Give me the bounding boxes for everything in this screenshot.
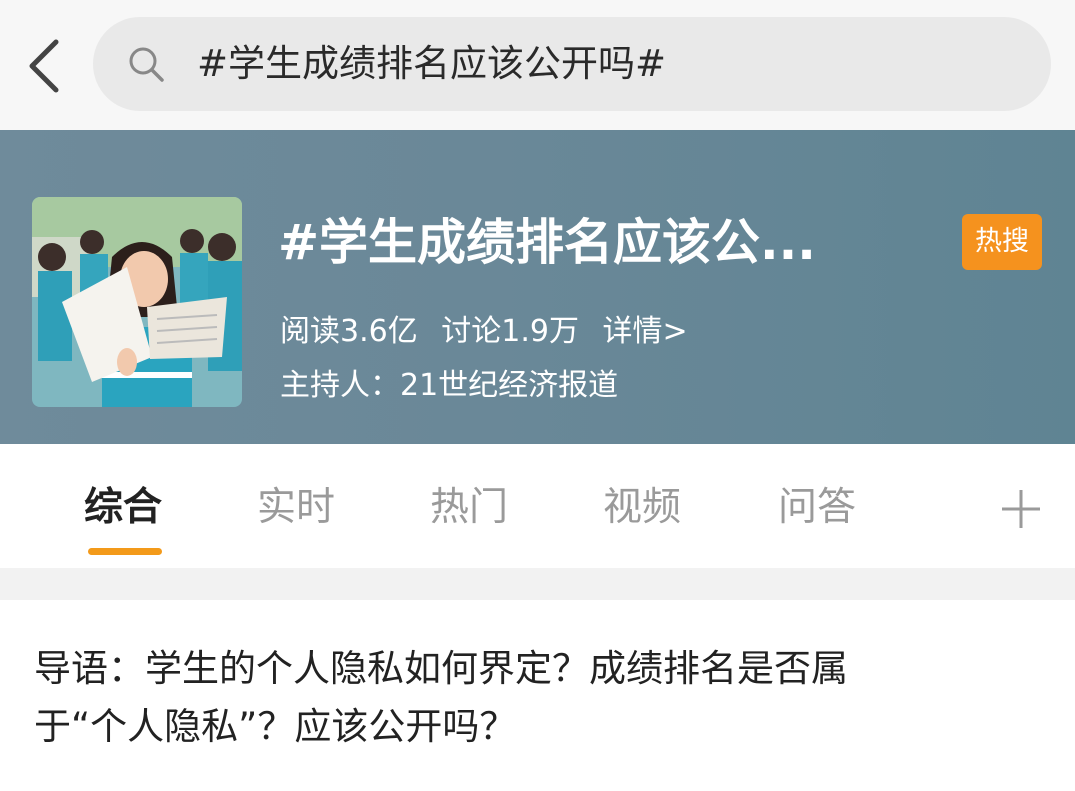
tab-bar: 综合 实时 热门 视频 问答 [0,444,1075,568]
topic-intro: 导语：学生的个人隐私如何界定？成绩排名是否属 于“个人隐私”？应该公开吗？ [34,640,1044,756]
chevron-left-icon [29,39,59,93]
topic-host: 主持人：21世纪经济报道 [280,368,619,403]
search-input[interactable]: #学生成绩排名应该公开吗# [197,37,666,91]
back-button[interactable] [22,36,66,96]
read-count: 阅读3.6亿 [280,314,418,349]
tab-comprehensive[interactable]: 综合 [84,480,162,536]
top-bar: #学生成绩排名应该公开吗# [0,0,1075,130]
discussion-count: 讨论1.9万 [441,314,579,349]
intro-line: 导语：学生的个人隐私如何界定？成绩排名是否属 [34,647,848,690]
tab-realtime[interactable]: 实时 [257,480,335,536]
intro-line: 于“个人隐私”？应该公开吗？ [34,705,517,748]
tab-qa[interactable]: 问答 [778,480,856,536]
details-link[interactable]: 详情> [603,314,688,349]
plus-icon[interactable] [998,486,1044,532]
topic-image[interactable] [32,197,242,407]
hot-search-badge: 热搜 [962,214,1042,270]
tab-popular[interactable]: 热门 [430,480,508,536]
topic-banner: #学生成绩排名应该公... 热搜 阅读3.6亿 讨论1.9万 详情> 主持人：2… [0,130,1075,444]
tab-video[interactable]: 视频 [603,480,681,536]
section-divider [0,568,1075,600]
topic-title: #学生成绩排名应该公... [278,214,816,271]
search-icon [129,47,164,82]
active-tab-indicator [88,548,162,555]
search-box[interactable]: #学生成绩排名应该公开吗# [93,17,1051,111]
topic-stats: 阅读3.6亿 讨论1.9万 详情> [280,310,702,354]
